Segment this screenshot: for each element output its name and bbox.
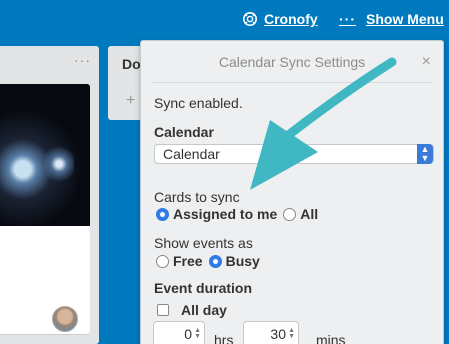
show-events-label: Show events as [154,235,253,251]
cards-to-sync-group: Assigned to me All [156,206,324,222]
radio-label-all[interactable]: All [300,206,318,222]
calendar-select[interactable]: Calendar ▲ ▼ [154,144,434,164]
radio-label-free[interactable]: Free [173,253,203,269]
card-cover-image [0,84,90,226]
minutes-unit: mins [316,332,346,344]
list-title[interactable]: Do [122,56,141,72]
all-day-checkbox[interactable] [157,304,169,316]
avatar[interactable] [52,306,78,332]
sync-status: Sync enabled. [154,95,243,111]
radio-free[interactable] [156,254,169,268]
close-icon[interactable]: × [422,53,431,71]
all-day-label[interactable]: All day [181,302,227,318]
minutes-value: 30 [270,326,286,342]
all-day-row: All day [157,302,233,318]
minutes-input[interactable]: 30 ▲ ▼ [243,321,299,344]
cronofy-button[interactable]: Cronofy [242,9,318,29]
cards-to-sync-label: Cards to sync [154,189,240,205]
show-events-group: Free Busy [156,253,266,269]
calendar-label: Calendar [154,124,214,140]
board-header: Cronofy ··· Show Menu [0,0,449,38]
more-dots-icon: ··· [339,11,356,27]
cronofy-icon [242,11,258,27]
show-menu-button[interactable]: ··· Show Menu [339,9,444,29]
popover-title: Calendar Sync Settings [151,41,433,83]
show-menu-label: Show Menu [366,11,444,27]
stepper-icon[interactable]: ▲ ▼ [288,327,295,340]
event-duration-label: Event duration [154,280,253,296]
calendar-sync-popover: Calendar Sync Settings × Sync enabled. C… [140,40,444,344]
board-list-left: ··· [0,46,99,344]
radio-label-assigned[interactable]: Assigned to me [173,206,277,222]
hours-unit: hrs [214,332,234,344]
cronofy-label: Cronofy [264,11,318,27]
card[interactable] [0,84,90,334]
list-menu-icon[interactable]: ··· [74,52,91,68]
hours-input[interactable]: 0 ▲ ▼ [153,321,205,344]
stepper-icon[interactable]: ▲ ▼ [194,327,201,340]
calendar-select-value: Calendar [163,146,220,162]
radio-busy[interactable] [208,254,222,268]
radio-assigned-to-me[interactable] [156,207,169,221]
radio-all[interactable] [283,207,297,221]
radio-label-busy[interactable]: Busy [226,253,260,269]
add-card-icon[interactable]: + [126,92,135,110]
select-arrows-icon: ▲ ▼ [417,144,433,164]
hours-value: 0 [184,326,192,342]
